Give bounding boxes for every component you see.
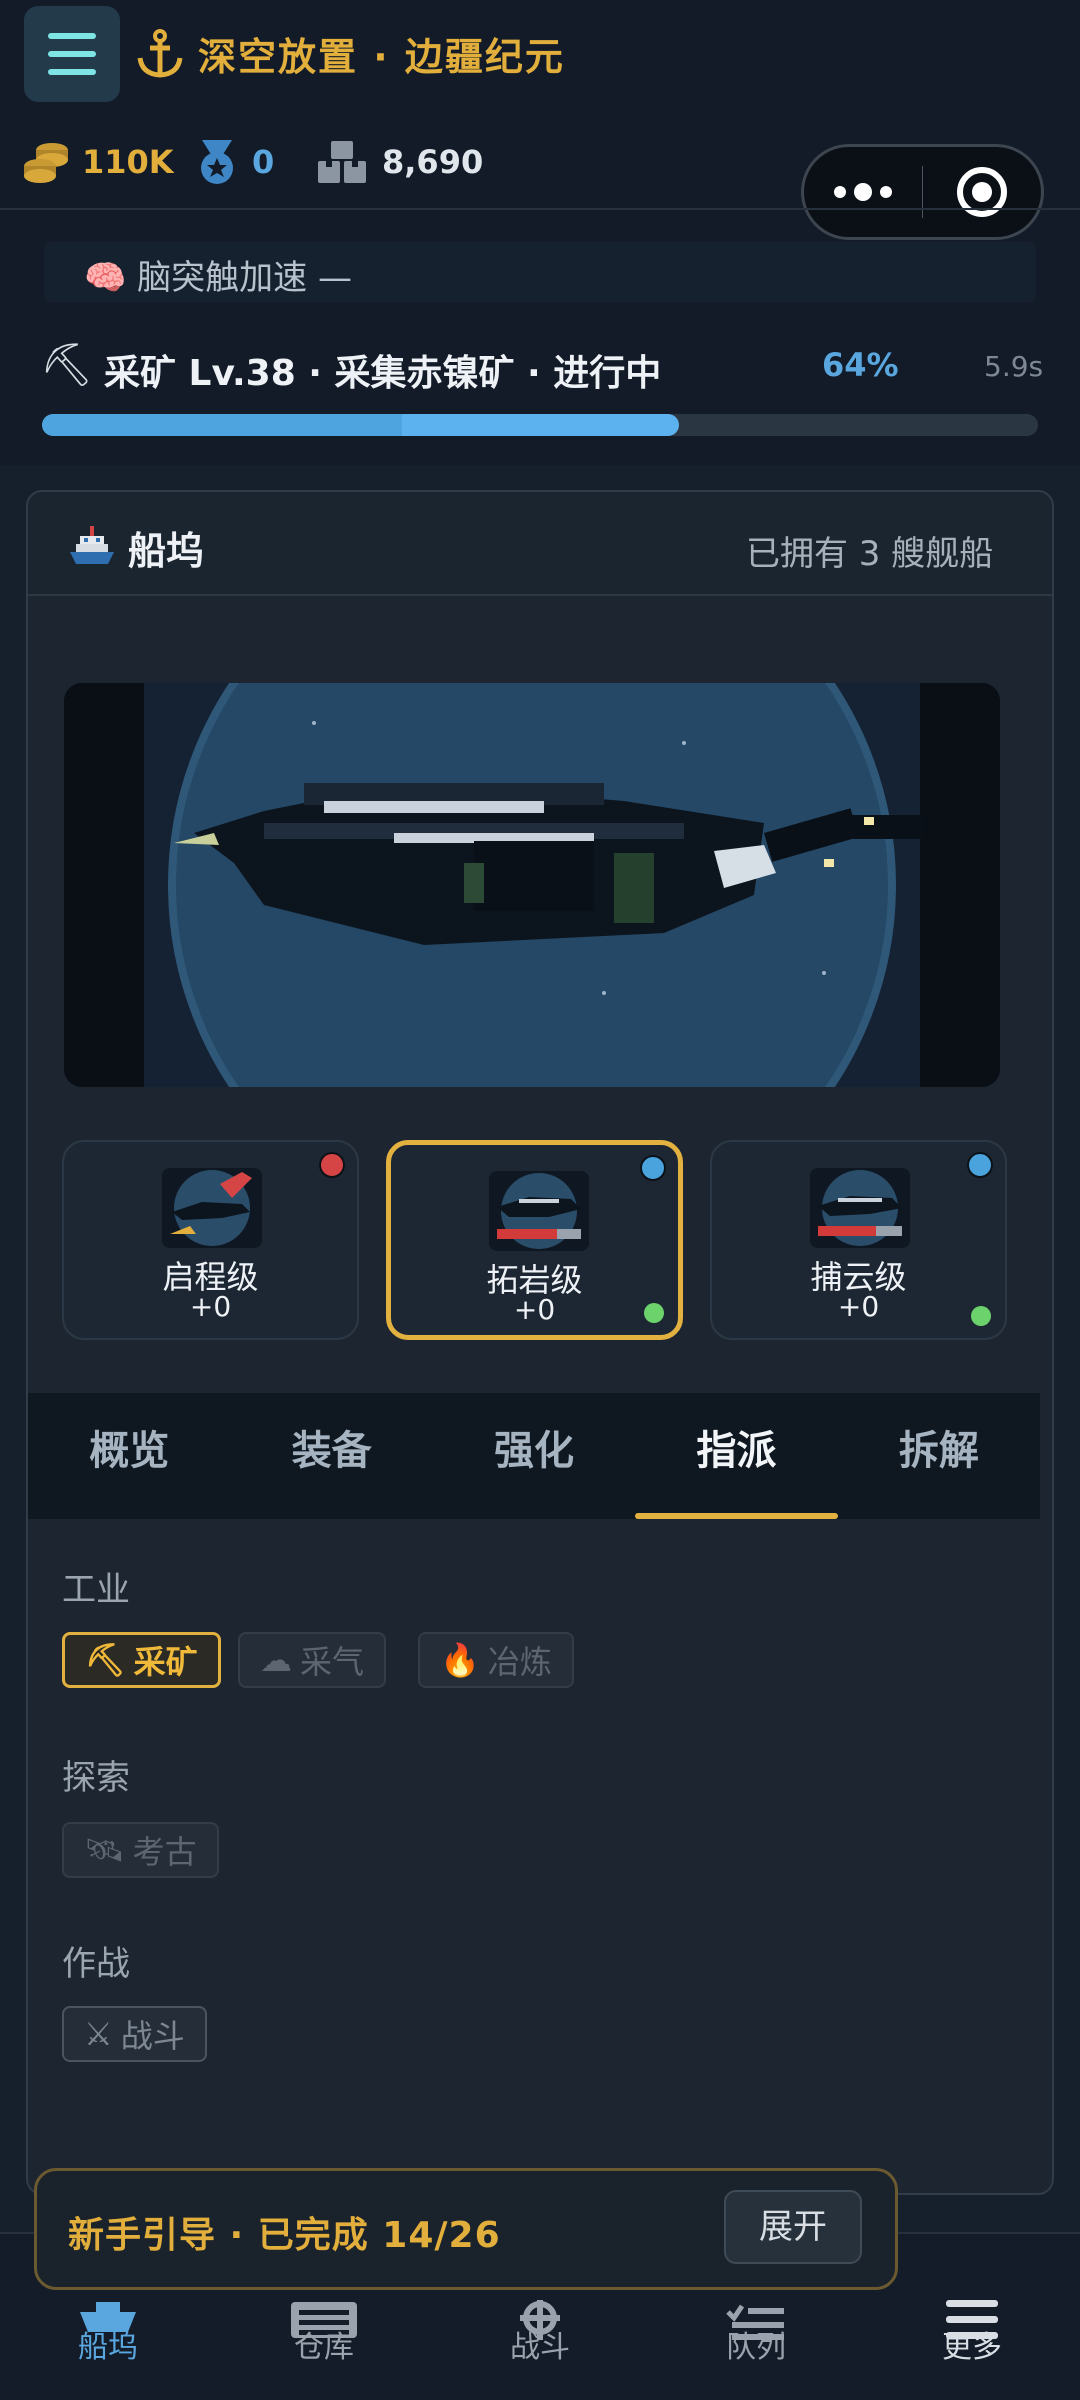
rarity-dot: [640, 1155, 666, 1181]
explore-label: 探索: [62, 1758, 130, 1798]
miniprogram-capsule: [801, 144, 1044, 240]
menu-line: [48, 33, 96, 39]
progress-segment: [42, 414, 402, 436]
materials-icon: [318, 141, 366, 183]
ship-tabs: 概览 装备 强化 指派 拆解: [28, 1393, 1040, 1519]
medals-value: 0: [252, 143, 275, 181]
ship-render: [64, 683, 1000, 1087]
more-options-button[interactable]: [804, 183, 922, 201]
assign-smelting-chip[interactable]: 🔥 冶炼: [418, 1632, 574, 1688]
header-divider: [0, 208, 1080, 210]
app-title: 深空放置 · 边疆纪元: [198, 35, 565, 79]
materials-resource[interactable]: 8,690: [316, 138, 483, 186]
activity-time: 5.9s: [984, 350, 1044, 383]
ship-level: +0: [837, 1290, 880, 1323]
fire-icon: 🔥: [440, 1641, 480, 1679]
rarity-dot: [319, 1152, 345, 1178]
activity-progress-bar: [42, 414, 1038, 436]
pickaxe-icon: ⛏: [85, 1641, 126, 1679]
nav-label: 队列: [726, 2330, 786, 2365]
ship-level: +0: [189, 1290, 232, 1323]
tab-assign[interactable]: 指派: [635, 1393, 839, 1519]
chip-label: 采气: [300, 1643, 365, 1681]
nav-label: 战斗: [510, 2330, 570, 2365]
tutorial-progress-text: 新手引导 · 已完成 14/26: [68, 2215, 501, 2256]
pickaxe-icon: ⛏: [40, 340, 94, 389]
tab-overview[interactable]: 概览: [28, 1393, 230, 1519]
crossed-swords-icon: ⚔: [84, 2015, 113, 2053]
tab-dismantle[interactable]: 拆解: [838, 1393, 1040, 1519]
menu-line: [48, 51, 96, 57]
ship-thumbnail: [489, 1171, 589, 1251]
assign-gas-chip[interactable]: ☁ 采气: [238, 1632, 387, 1688]
ship-count: 已拥有 3 艘舰船: [746, 534, 994, 574]
expand-button[interactable]: 展开: [724, 2190, 862, 2264]
medal-icon: [201, 140, 233, 184]
chip-label: 战斗: [120, 2017, 185, 2055]
ship-icon: [70, 526, 114, 564]
assign-mining-chip[interactable]: ⛏ 采矿: [62, 1632, 221, 1688]
satellite-icon: 🛰: [84, 1831, 125, 1869]
rarity-dot: [967, 1152, 993, 1178]
chip-label: 考古: [132, 1833, 197, 1871]
activity-percent: 64%: [822, 346, 899, 384]
nav-label: 船坞: [78, 2330, 138, 2365]
coins-resource[interactable]: 110K: [22, 138, 174, 186]
ship-card-selected[interactable]: 拓岩级 +0: [386, 1140, 683, 1340]
combat-label: 作战: [62, 1944, 130, 1984]
menu-line: [48, 69, 96, 75]
ship-thumbnail: [162, 1168, 262, 1248]
chip-label: 采矿: [133, 1643, 198, 1681]
cloud-icon: ☁: [260, 1641, 292, 1679]
industry-label: 工业: [62, 1570, 130, 1610]
ship-level: +0: [513, 1293, 556, 1326]
nav-label: 更多: [942, 2330, 1002, 2365]
nav-label: 仓库: [294, 2330, 354, 2365]
ship-3d-viewer[interactable]: [64, 683, 1000, 1087]
menu-button[interactable]: [24, 6, 120, 102]
boost-label: 🧠 脑突触加速 —: [84, 258, 352, 298]
dock-title: 船坞: [128, 529, 205, 573]
coin-stack-icon: [24, 143, 68, 183]
tab-equipment[interactable]: 装备: [230, 1393, 432, 1519]
ship-card[interactable]: 启程级 +0: [62, 1140, 359, 1340]
anchor-icon: [137, 29, 183, 78]
activity-text: 采矿 Lv.38 · 采集赤镍矿 · 进行中: [104, 353, 662, 394]
coins-value: 110K: [82, 143, 174, 181]
materials-value: 8,690: [382, 143, 484, 181]
medals-resource[interactable]: 0: [194, 138, 274, 186]
assign-archaeology-chip[interactable]: 🛰 考古: [62, 1822, 219, 1878]
ship-card[interactable]: 捕云级 +0: [710, 1140, 1007, 1340]
tab-enhance[interactable]: 强化: [433, 1393, 635, 1519]
assign-combat-chip[interactable]: ⚔ 战斗: [62, 2006, 207, 2062]
ship-thumbnail: [810, 1168, 910, 1248]
chip-label: 冶炼: [487, 1643, 552, 1681]
